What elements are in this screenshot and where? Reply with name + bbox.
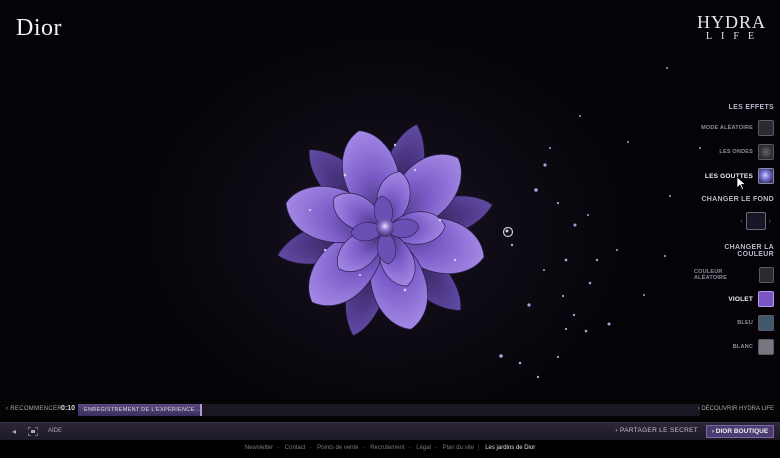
effect-random-label: MODE ALÉATOIRE [701, 125, 753, 131]
background-selector: ‹ › [694, 212, 774, 230]
effect-waves-swatch[interactable] [758, 144, 774, 160]
restart-button[interactable]: ‹ RECOMMENCER [6, 406, 62, 412]
mouse-cursor-icon [737, 177, 746, 190]
chevron-left-icon[interactable]: ‹ [740, 218, 742, 225]
footer-link-recrutement[interactable]: Recrutement [370, 445, 404, 451]
effect-random-swatch[interactable] [758, 120, 774, 136]
effect-waves[interactable]: LES ONDES [694, 144, 774, 160]
color-violet[interactable]: VIOLET [694, 291, 774, 307]
footer-current-page[interactable]: Les jardins de Dior [485, 445, 535, 451]
boutique-label: DIOR BOUTIQUE [715, 428, 769, 435]
background-swatch[interactable] [745, 212, 766, 230]
footer-link-plan-du-site[interactable]: Plan du site [443, 445, 474, 451]
footer-link-points-de-vente[interactable]: Points de vente [317, 445, 358, 451]
elapsed-time: 0:10 [61, 405, 76, 412]
colors-title: CHANGER LA COULEUR [724, 244, 774, 258]
effect-waves-label: LES ONDES [719, 149, 753, 155]
effect-drops-swatch[interactable] [758, 168, 774, 184]
color-white-swatch[interactable] [758, 339, 774, 355]
progress-track[interactable]: ENREGISTREMENT DE L'EXPÉRIENCE... [78, 404, 700, 416]
dior-boutique-button[interactable]: › DIOR BOUTIQUE [706, 425, 774, 438]
chevron-right-icon[interactable]: › [769, 218, 771, 225]
effects-title: LES EFFETS [728, 104, 774, 111]
discover-label: DÉCOUVRIR HYDRA LIFE [701, 406, 774, 412]
color-blue-label: BLEU [737, 320, 753, 326]
color-random-swatch[interactable] [758, 267, 774, 283]
help-link[interactable]: AIDE [48, 428, 62, 434]
color-random[interactable]: COULEUR ALÉATOIRE [694, 267, 774, 283]
color-white[interactable]: BLANC [694, 339, 774, 355]
effect-drops[interactable]: LES GOUTTES [694, 168, 774, 184]
share-secret-link[interactable]: › PARTAGER LE SECRET [615, 427, 698, 434]
violet-flower[interactable] [255, 100, 515, 360]
discover-hydra-link[interactable]: › DÉCOUVRIR HYDRA LIFE [698, 406, 774, 412]
experience-stage[interactable]: Dior HYDRA LIFE LES EFFETS MODE ALÉATOIR… [0, 0, 780, 400]
color-blue[interactable]: BLEU [694, 315, 774, 331]
options-panel: LES EFFETS MODE ALÉATOIRE LES ONDES LES … [694, 104, 774, 363]
share-label: PARTAGER LE SECRET [619, 427, 698, 434]
background-title: CHANGER LE FOND [701, 196, 774, 203]
recording-status: ENREGISTREMENT DE L'EXPÉRIENCE... [84, 407, 200, 413]
footer-link-contact[interactable]: Contact [285, 445, 306, 451]
footer-link-legal[interactable]: Légal [416, 445, 431, 451]
control-bar: ◂ AIDE › PARTAGER LE SECRET › DIOR BOUTI… [0, 422, 780, 440]
sound-icon[interactable]: ◂ [12, 427, 16, 436]
footer-link-newsletter[interactable]: Newsletter [245, 445, 273, 451]
effect-random[interactable]: MODE ALÉATOIRE [694, 120, 774, 136]
color-blue-swatch[interactable] [758, 315, 774, 331]
color-random-label: COULEUR ALÉATOIRE [694, 269, 728, 281]
timeline-bar: ‹ RECOMMENCER 0:10 ENREGISTREMENT DE L'E… [0, 401, 780, 419]
fullscreen-icon[interactable] [27, 426, 39, 438]
color-white-label: BLANC [732, 344, 753, 350]
restart-label: RECOMMENCER [10, 406, 62, 412]
footer-links: Newsletter - Contact - Points de vente - Re… [244, 445, 536, 451]
color-violet-label: VIOLET [728, 295, 753, 303]
color-violet-swatch[interactable] [758, 291, 774, 307]
